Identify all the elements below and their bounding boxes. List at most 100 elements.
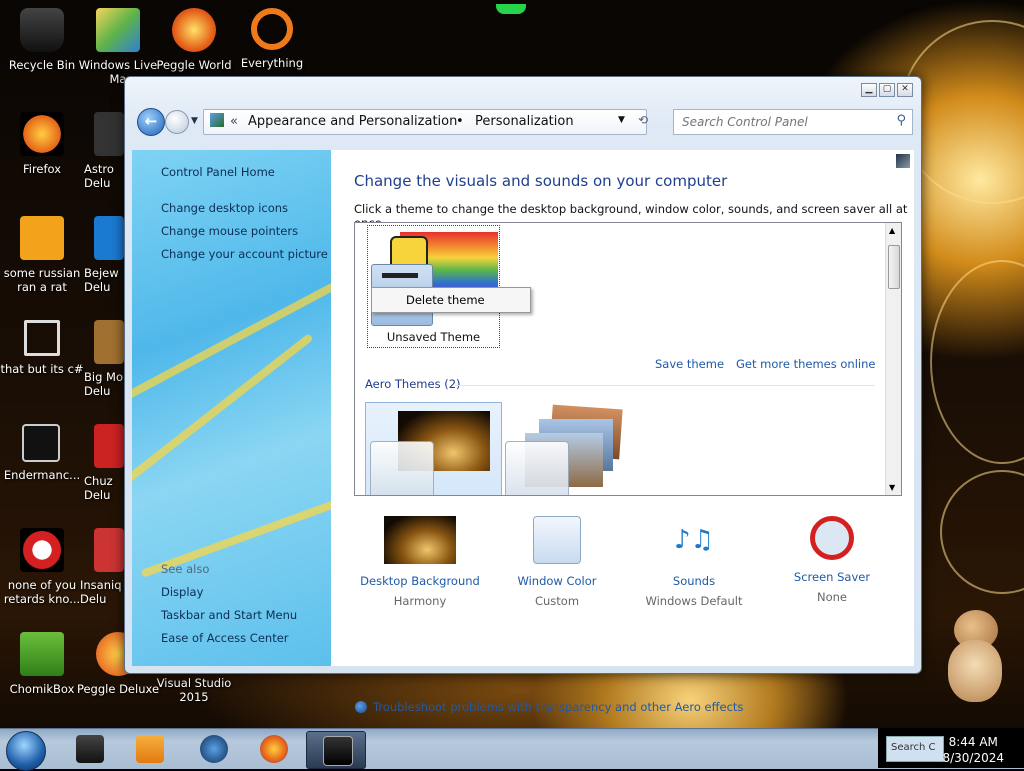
desktop-icon-label: some russian ran a rat [3,266,81,294]
taskbar-item-firefox[interactable] [244,731,302,767]
desktop-icon-recycle-bin[interactable]: Recycle Bin [0,8,84,72]
desktop-icon-label: Insaniq Delu [80,578,122,606]
search-input[interactable] [680,114,884,130]
address-bar[interactable]: « Appearance and Personalization • Perso… [203,109,648,135]
breadcrumb-appearance[interactable]: Appearance and Personalization [248,114,457,129]
game-icon [94,424,124,468]
theme-list-scrollbar[interactable]: ▲ ▼ [885,223,901,495]
sidebar-link-mouse-pointers[interactable]: Change mouse pointers [161,224,298,238]
taskbar-item-browser[interactable] [184,731,242,767]
sidebar-link-control-panel-home[interactable]: Control Panel Home [161,165,275,179]
option-sounds[interactable]: ♪♫ Sounds Windows Default [634,516,754,608]
option-window-color[interactable]: Window Color Custom [497,516,617,608]
sidebar-link-desktop-icons[interactable]: Change desktop icons [161,201,288,215]
clock-time: 8:44 AM [948,735,998,749]
taskbar-item-task-manager[interactable] [60,731,118,767]
desktop-icon-chomikbox[interactable]: ChomikBox [0,632,84,696]
taskbar [0,728,1024,771]
desktop-icon-visual-studio[interactable]: Visual Studio 2015 [152,676,236,704]
aero-themes-group-label: Aero Themes (2) [365,377,461,391]
desktop-icon-label: Everything [240,56,304,70]
help-icon[interactable] [896,154,910,168]
theme-label: Unsaved Theme [386,330,481,344]
desktop-icon-label: Bejew Delu [84,266,119,294]
option-title: Desktop Background [360,574,480,588]
desktop-icon-everything[interactable]: Everything [230,8,314,70]
breadcrumb-overflow[interactable]: « [230,114,238,129]
taskbar-item-control-panel-active[interactable] [306,731,366,769]
forward-button[interactable] [165,110,189,134]
option-desktop-background[interactable]: Desktop Background Harmony [360,516,480,608]
desktop-icon-chuzzle-deluxe[interactable]: Chuz Delu [84,424,124,502]
option-title: Sounds [672,574,716,588]
theme-window-preview [505,441,569,495]
desktop-icon-label: ChomikBox [9,682,75,696]
clock[interactable]: 8:44 AM 8/30/2024 [942,734,1004,766]
scroll-up-icon[interactable]: ▲ [889,226,895,235]
screen-saver-none-icon [810,516,854,560]
desktop-icon-label: none of you retards kno... [3,578,81,606]
theme-list: Unsaved Theme Delete theme Save theme Ge… [354,222,902,496]
scroll-down-icon[interactable]: ▼ [889,483,895,492]
sidebar-link-display[interactable]: Display [161,585,203,599]
control-panel-icon [210,113,224,127]
desktop-icon-endermanch[interactable]: Endermanc... [0,424,84,482]
hamster-body [948,640,1002,702]
sidebar-link-ease-of-access[interactable]: Ease of Access Center [161,631,289,645]
desktop-icon-big-money-deluxe[interactable]: Big Mo Delu [84,320,124,398]
option-value: Windows Default [645,594,743,608]
troubleshoot-link[interactable]: Troubleshoot problems with transparency … [355,700,743,714]
option-value: Custom [534,594,580,608]
maximize-icon[interactable]: ▢ [879,83,895,97]
taskbar-item-media-player[interactable] [120,731,178,767]
desktop-icon-peggle-world[interactable]: Peggle World [152,8,236,72]
system-tray: Search C 8:44 AM 8/30/2024 [878,728,1024,768]
sidebar-link-taskbar[interactable]: Taskbar and Start Menu [161,608,297,622]
desktop-icon-bejeweled-deluxe[interactable]: Bejew Delu [84,216,124,294]
address-dropdown-icon[interactable]: ▼ [618,115,625,125]
desktop-icon-label: Endermanc... [3,468,81,482]
option-screen-saver[interactable]: Screen Saver None [772,516,892,604]
wallpaper-swirl [940,470,1024,594]
breadcrumb-personalization[interactable]: Personalization [475,114,574,129]
back-button[interactable]: ← [137,108,165,136]
top-green-indicator [496,4,526,14]
minimize-icon[interactable]: ▁ [861,83,877,97]
close-icon[interactable]: ✕ [897,83,913,97]
media-player-icon [136,735,164,763]
desktop-icon-label: Firefox [22,162,62,176]
desktop-icon-that-but-its-csharp[interactable]: that but its c# [0,320,84,376]
game-icon [94,112,124,156]
breadcrumb-separator: • [456,114,464,129]
start-button[interactable] [6,731,46,771]
search-box[interactable]: ⚲ [673,109,913,135]
theme-aero-landscapes[interactable] [505,404,630,495]
sidebar-link-account-picture[interactable]: Change your account picture [161,247,328,261]
desktop-icon-label: Recycle Bin [8,58,76,72]
game-icon [94,216,124,260]
search-icon[interactable]: ⚲ [896,113,906,128]
desktop-icon-some-russian[interactable]: some russian ran a rat [0,216,84,294]
recycle-bin-icon [20,8,64,52]
clock-date: 8/30/2024 [942,751,1004,765]
scroll-thumb[interactable] [888,245,900,289]
everything-search-icon [251,8,293,50]
refresh-icon[interactable]: ⟲ [638,113,648,127]
desktop-icon-label: Chuz Delu [84,474,113,502]
desktop-background-icon [384,516,456,564]
group-divider [455,385,875,386]
save-theme-link[interactable]: Save theme [655,357,724,371]
theme-aero-harmony[interactable] [365,402,502,495]
desktop-icon-windows-live-mail[interactable]: Windows Live Ma [76,8,160,86]
desktop-icon-insaniquarium-deluxe[interactable]: Insaniq Delu [80,528,124,606]
get-more-themes-link[interactable]: Get more themes online [736,357,875,371]
address-row: ← ▼ « Appearance and Personalization • P… [133,105,913,139]
tray-search-preview[interactable]: Search C [886,736,944,762]
context-menu-delete-theme[interactable]: Delete theme [406,293,485,307]
desktop-icon-firefox[interactable]: Firefox [0,112,84,176]
recent-pages-dropdown-icon[interactable]: ▼ [191,116,198,126]
game-icon [94,320,124,364]
monitor-icon [76,735,104,763]
desktop-icon-astro-deluxe[interactable]: Astro Delu [84,112,124,190]
desktop-icon-none-of-you[interactable]: none of you retards kno... [0,528,84,606]
